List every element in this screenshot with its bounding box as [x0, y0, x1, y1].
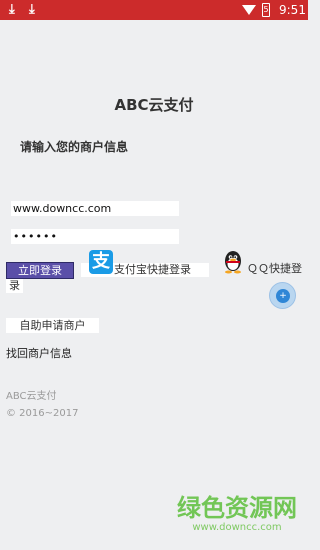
plus-icon: + [276, 289, 290, 303]
site-watermark: 绿色资源网 www.downcc.com [172, 494, 302, 534]
alipay-icon[interactable]: 支 [89, 250, 113, 274]
merchant-account-input[interactable] [11, 201, 179, 216]
password-input[interactable] [11, 229, 179, 244]
wifi-icon [242, 5, 256, 15]
page-title: ABC云支付 [114, 96, 194, 114]
apply-merchant-button[interactable]: 自助申请商户 [6, 318, 99, 333]
download-icon: ⤓ [9, 2, 15, 17]
retrieve-merchant-link[interactable]: 找回商户信息 [6, 346, 72, 361]
status-bar: ⤓ ⤓ 5 9:51 [0, 0, 308, 20]
login-button[interactable]: 立即登录 [6, 262, 74, 279]
clock-time: 9:51 [279, 3, 306, 17]
footer-copyright: © 2016~2017 [6, 408, 79, 419]
battery-icon: 5 [262, 3, 270, 17]
footer-app-name: ABC云支付 [6, 391, 57, 402]
qq-penguin-icon[interactable] [220, 249, 246, 275]
download-icon: ⤓ [29, 2, 35, 17]
merchant-info-prompt: 请输入您的商户信息 [20, 140, 129, 154]
watermark-url: www.downcc.com [192, 522, 282, 533]
qq-login-label[interactable]: ＱＱ快捷登 [247, 261, 302, 276]
floating-assist-button[interactable]: + [269, 282, 296, 309]
watermark-title: 绿色资源网 [177, 494, 297, 522]
alipay-login-label[interactable]: 支付宝快捷登录 [114, 262, 191, 277]
login-button-overflow-text[interactable]: 录 [6, 279, 23, 293]
